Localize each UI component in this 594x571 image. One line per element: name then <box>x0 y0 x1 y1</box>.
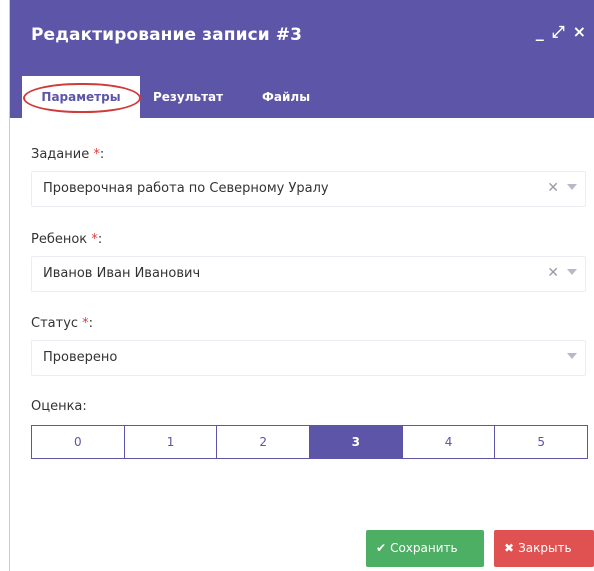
chevron-down-icon[interactable] <box>567 184 577 190</box>
clear-icon[interactable]: ✕ <box>547 265 559 281</box>
tab-bar: Параметры Результат Файлы <box>10 76 594 118</box>
close-button[interactable]: ✖ Закрыть <box>494 530 594 567</box>
status-label: Статус *: <box>31 316 94 331</box>
grade-option-1[interactable]: 1 <box>124 426 218 458</box>
tab-result[interactable]: Результат <box>153 76 223 118</box>
task-select[interactable]: Проверочная работа по Северному Уралу ✕ <box>31 171 586 207</box>
dialog-titlebar: Редактирование записи #3 _ ⤢ × <box>10 0 594 76</box>
save-button-label: Сохранить <box>390 541 458 555</box>
grade-option-5[interactable]: 5 <box>495 426 588 458</box>
grade-option-4[interactable]: 4 <box>402 426 496 458</box>
expand-icon[interactable]: ⤢ <box>552 22 565 42</box>
status-value: Проверено <box>43 350 118 365</box>
save-button[interactable]: ✔ Сохранить <box>366 530 484 567</box>
grade-option-0[interactable]: 0 <box>32 426 125 458</box>
edit-record-dialog: Редактирование записи #3 _ ⤢ × Параметры… <box>10 0 594 571</box>
clear-icon[interactable]: ✕ <box>547 180 559 196</box>
minimize-icon[interactable]: _ <box>536 22 544 42</box>
chevron-down-icon[interactable] <box>567 269 577 275</box>
task-label: Задание *: <box>31 147 105 162</box>
checkmark-icon: ✔ <box>376 541 387 555</box>
close-button-label: Закрыть <box>518 541 572 555</box>
close-icon[interactable]: × <box>573 22 586 42</box>
task-value: Проверочная работа по Северному Уралу <box>43 181 329 196</box>
dialog-title: Редактирование записи #3 <box>31 25 303 45</box>
tab-files[interactable]: Файлы <box>262 76 310 118</box>
grade-option-3[interactable]: 3 <box>310 426 403 458</box>
grade-label: Оценка: <box>31 399 87 414</box>
window-controls: _ ⤢ × <box>536 22 586 42</box>
chevron-down-icon[interactable] <box>567 353 577 359</box>
child-label: Ребенок *: <box>31 232 103 247</box>
status-select[interactable]: Проверено <box>31 340 586 376</box>
tab-parameters[interactable]: Параметры <box>22 76 140 118</box>
grade-option-2[interactable]: 2 <box>217 426 311 458</box>
x-icon: ✖ <box>504 541 515 555</box>
child-value: Иванов Иван Иванович <box>43 266 201 281</box>
grade-selector: 0 1 2 3 4 5 <box>31 425 588 459</box>
child-select[interactable]: Иванов Иван Иванович ✕ <box>31 256 586 292</box>
